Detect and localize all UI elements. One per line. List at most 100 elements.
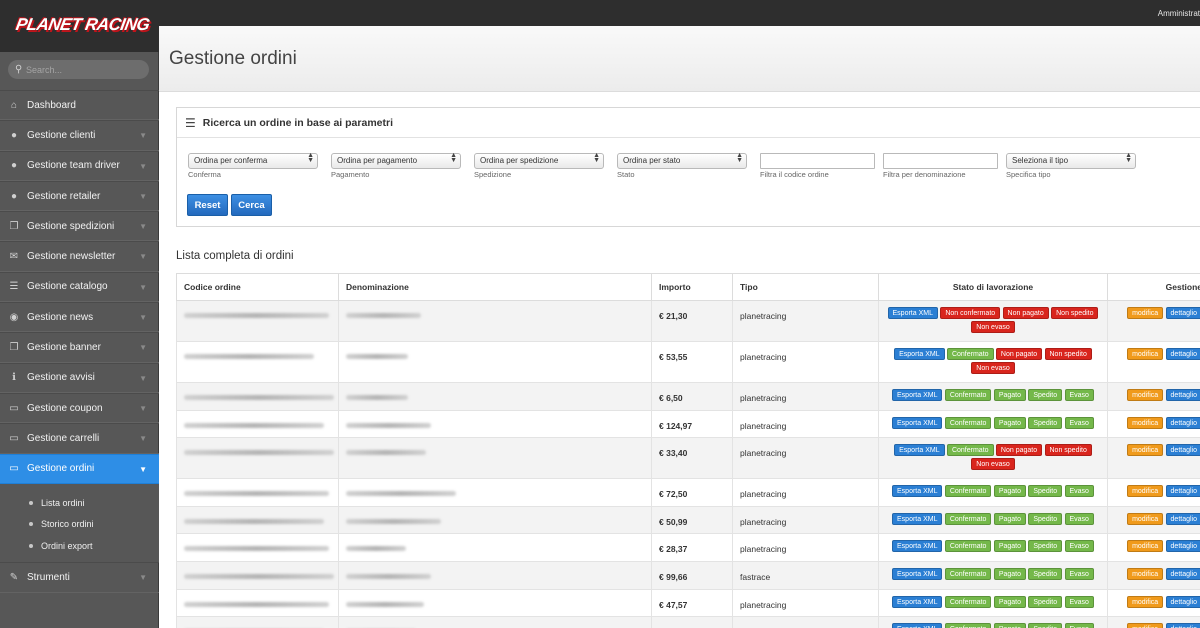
- table-row[interactable]: € 72,50 planetracing Esporta XML Confermat…: [176, 478, 1200, 507]
- detail-button[interactable]: dettaglio: [1165, 485, 1200, 498]
- filter-select-2[interactable]: Ordina per spedizione: [474, 152, 604, 169]
- table-row[interactable]: € 33,40 planetracing Esporta XML Confermat…: [176, 437, 1200, 480]
- edit-button[interactable]: modifica: [1127, 540, 1164, 553]
- edit-button[interactable]: modifica: [1127, 307, 1164, 319]
- status-badge[interactable]: Esporta XML: [892, 623, 943, 628]
- redacted-text: [184, 450, 334, 456]
- sidebar-item-9[interactable]: ℹ Gestione avvisi ▼: [0, 362, 159, 393]
- status-badge[interactable]: Esporta XML: [894, 348, 945, 360]
- sidebar-subitem-0[interactable]: Lista ordini: [0, 492, 159, 514]
- search-panel-header: ☰ Ricerca un ordine in base ai parametri: [177, 108, 1200, 138]
- cell-stato: Esporta XML Confermato Non pagato Non sp…: [878, 341, 1108, 383]
- status-badge[interactable]: Esporta XML: [894, 444, 945, 457]
- status-badge[interactable]: Esporta XML: [892, 595, 943, 608]
- info-icon: ℹ: [12, 372, 16, 384]
- detail-button[interactable]: dettaglio: [1165, 348, 1200, 360]
- folder-icon: ▭: [9, 402, 19, 414]
- table-row[interactable]: € 50,99 planetracing Esporta XML Confermat…: [176, 505, 1200, 535]
- edit-button[interactable]: modifica: [1127, 485, 1164, 498]
- chevron-down-icon: ▼: [139, 282, 147, 292]
- edit-button[interactable]: modifica: [1127, 567, 1164, 580]
- detail-button[interactable]: dettaglio: [1165, 512, 1200, 525]
- detail-button[interactable]: dettaglio: [1165, 623, 1200, 628]
- status-badge: Spedito: [1028, 595, 1063, 608]
- sidebar-item-0[interactable]: ⌂ Dashboard: [0, 90, 159, 121]
- user-menu[interactable]: Amministrat: [1158, 9, 1200, 18]
- detail-button[interactable]: dettaglio: [1165, 416, 1200, 429]
- logo[interactable]: PLANET RACING: [0, 0, 159, 52]
- folder-icon: ▭: [9, 432, 19, 444]
- column-header-2[interactable]: Importo: [651, 273, 733, 301]
- sidebar-subitem-2[interactable]: Ordini export: [0, 535, 159, 557]
- edit-button[interactable]: modifica: [1127, 444, 1164, 457]
- sidebar-search-input[interactable]: [26, 62, 144, 77]
- table-row[interactable]: € 47,57 planetracing Esporta XML Confermat…: [176, 588, 1200, 618]
- table-row[interactable]: € 124,97 planetracing Esporta XML Conferma…: [176, 409, 1200, 439]
- status-badge[interactable]: Esporta XML: [892, 567, 943, 580]
- sidebar-item-11[interactable]: ▭ Gestione carrelli ▼: [0, 423, 159, 454]
- sidebar-item-3[interactable]: ● Gestione retailer ▼: [0, 180, 159, 212]
- reset-button[interactable]: Reset: [187, 194, 228, 216]
- status-badge[interactable]: Esporta XML: [892, 540, 943, 553]
- column-header-3[interactable]: Tipo: [732, 273, 879, 301]
- sidebar-item-label: Gestione banner: [27, 342, 101, 354]
- table-row[interactable]: € 53,55 planetracing Esporta XML Confermat…: [176, 341, 1200, 383]
- chevron-down-icon: ▼: [139, 573, 147, 583]
- sidebar-item-2[interactable]: ● Gestione team driver ▼: [0, 150, 159, 181]
- filter-select-1[interactable]: Ordina per pagamento: [331, 152, 461, 169]
- detail-button[interactable]: dettaglio: [1165, 307, 1200, 319]
- status-badge: Confermato: [944, 595, 992, 608]
- edit-button[interactable]: modifica: [1127, 623, 1164, 628]
- cell-gestione: modifica dettaglio: [1107, 300, 1200, 342]
- redacted-text: [184, 518, 324, 524]
- column-header-4[interactable]: Stato di lavorazione: [878, 273, 1108, 301]
- status-badge[interactable]: Esporta XML: [892, 389, 943, 401]
- status-badge[interactable]: Esporta XML: [892, 416, 943, 429]
- filter-select-0[interactable]: Ordina per conferma: [188, 152, 318, 169]
- status-badge: Confermato: [944, 416, 992, 429]
- cell-importo: € 124,97: [651, 409, 733, 439]
- detail-button[interactable]: dettaglio: [1165, 444, 1200, 457]
- edit-button[interactable]: modifica: [1127, 416, 1164, 429]
- sidebar-item-label: Gestione newsletter: [27, 251, 116, 263]
- filter-input-4[interactable]: [760, 152, 875, 169]
- table-row[interactable]: € 6,50 planetracing Esporta XML Confermato…: [176, 382, 1200, 411]
- filter-select-6[interactable]: Seleziona il tipo: [1006, 152, 1136, 169]
- chevron-down-icon: ▼: [139, 222, 147, 232]
- table-row[interactable]: € 28,37 planetracing Esporta XML Confermat…: [176, 533, 1200, 562]
- sidebar-item-4[interactable]: ❐ Gestione spedizioni ▼: [0, 211, 159, 242]
- column-header-0[interactable]: Codice ordine: [176, 273, 339, 301]
- sidebar-subitem-1[interactable]: Storico ordini: [0, 513, 159, 535]
- sidebar-item-label: Gestione catalogo: [27, 281, 108, 293]
- status-badge[interactable]: Esporta XML: [892, 512, 943, 525]
- sidebar-item-8[interactable]: ❐ Gestione banner ▼: [0, 332, 159, 363]
- edit-button[interactable]: modifica: [1127, 389, 1164, 401]
- filter-select-3[interactable]: Ordina per stato: [617, 152, 747, 169]
- table-row[interactable]: € 21,30 planetracing Esporta XML Non confe…: [176, 300, 1200, 342]
- column-header-1[interactable]: Denominazione: [338, 273, 652, 301]
- search-button[interactable]: Cerca: [231, 194, 272, 216]
- chevron-down-icon: ▼: [139, 403, 147, 413]
- edit-button[interactable]: modifica: [1127, 595, 1164, 608]
- edit-button[interactable]: modifica: [1127, 512, 1164, 525]
- table-row[interactable]: Esporta XML Confermato Pagato Spedito Ev…: [176, 616, 1200, 628]
- filter-input-5[interactable]: [883, 152, 998, 169]
- sidebar-item-12[interactable]: ▭ Gestione ordini ▼: [0, 453, 159, 484]
- edit-button[interactable]: modifica: [1127, 348, 1164, 360]
- sidebar-item-1[interactable]: ● Gestione clienti ▼: [0, 120, 159, 151]
- sidebar-item-tools[interactable]: ✎ Strumenti ▼: [0, 562, 159, 593]
- table-row[interactable]: € 99,66 fastrace Esporta XML Confermato Pa…: [176, 560, 1200, 590]
- sidebar-item-5[interactable]: ✉ Gestione newsletter ▼: [0, 241, 159, 272]
- column-header-5[interactable]: Gestione: [1107, 273, 1200, 301]
- detail-button[interactable]: dettaglio: [1165, 389, 1200, 401]
- status-badge[interactable]: Esporta XML: [892, 485, 943, 498]
- status-badge[interactable]: Esporta XML: [887, 307, 938, 319]
- orders-list-title: Lista completa di ordini: [176, 250, 294, 262]
- sidebar-item-7[interactable]: ◉ Gestione news ▼: [0, 302, 159, 333]
- detail-button[interactable]: dettaglio: [1165, 567, 1200, 580]
- sidebar-item-6[interactable]: ☰ Gestione catalogo ▼: [0, 271, 159, 303]
- detail-button[interactable]: dettaglio: [1165, 595, 1200, 608]
- cell-codice: [176, 616, 339, 628]
- sidebar-item-10[interactable]: ▭ Gestione coupon ▼: [0, 392, 159, 424]
- detail-button[interactable]: dettaglio: [1165, 540, 1200, 553]
